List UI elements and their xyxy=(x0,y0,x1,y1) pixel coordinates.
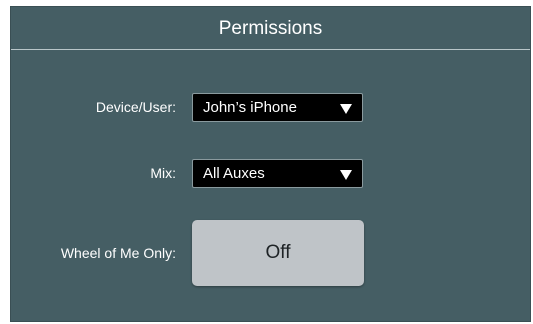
device-user-select[interactable]: John’s iPhone xyxy=(192,93,363,122)
permissions-panel: Permissions Device/User: John’s iPhone M… xyxy=(10,6,531,322)
mix-value: All Auxes xyxy=(203,165,265,182)
panel-title: Permissions xyxy=(218,18,323,39)
device-user-value: John’s iPhone xyxy=(203,99,297,116)
wheel-of-me-label: Wheel of Me Only: xyxy=(60,245,176,261)
title-divider xyxy=(11,49,530,50)
chevron-down-icon xyxy=(340,104,352,114)
mix-select[interactable]: All Auxes xyxy=(192,159,363,188)
mix-label: Mix: xyxy=(150,165,176,181)
chevron-down-icon xyxy=(340,170,352,180)
device-user-label: Device/User: xyxy=(95,99,176,115)
wheel-of-me-toggle[interactable]: Off xyxy=(192,220,364,286)
